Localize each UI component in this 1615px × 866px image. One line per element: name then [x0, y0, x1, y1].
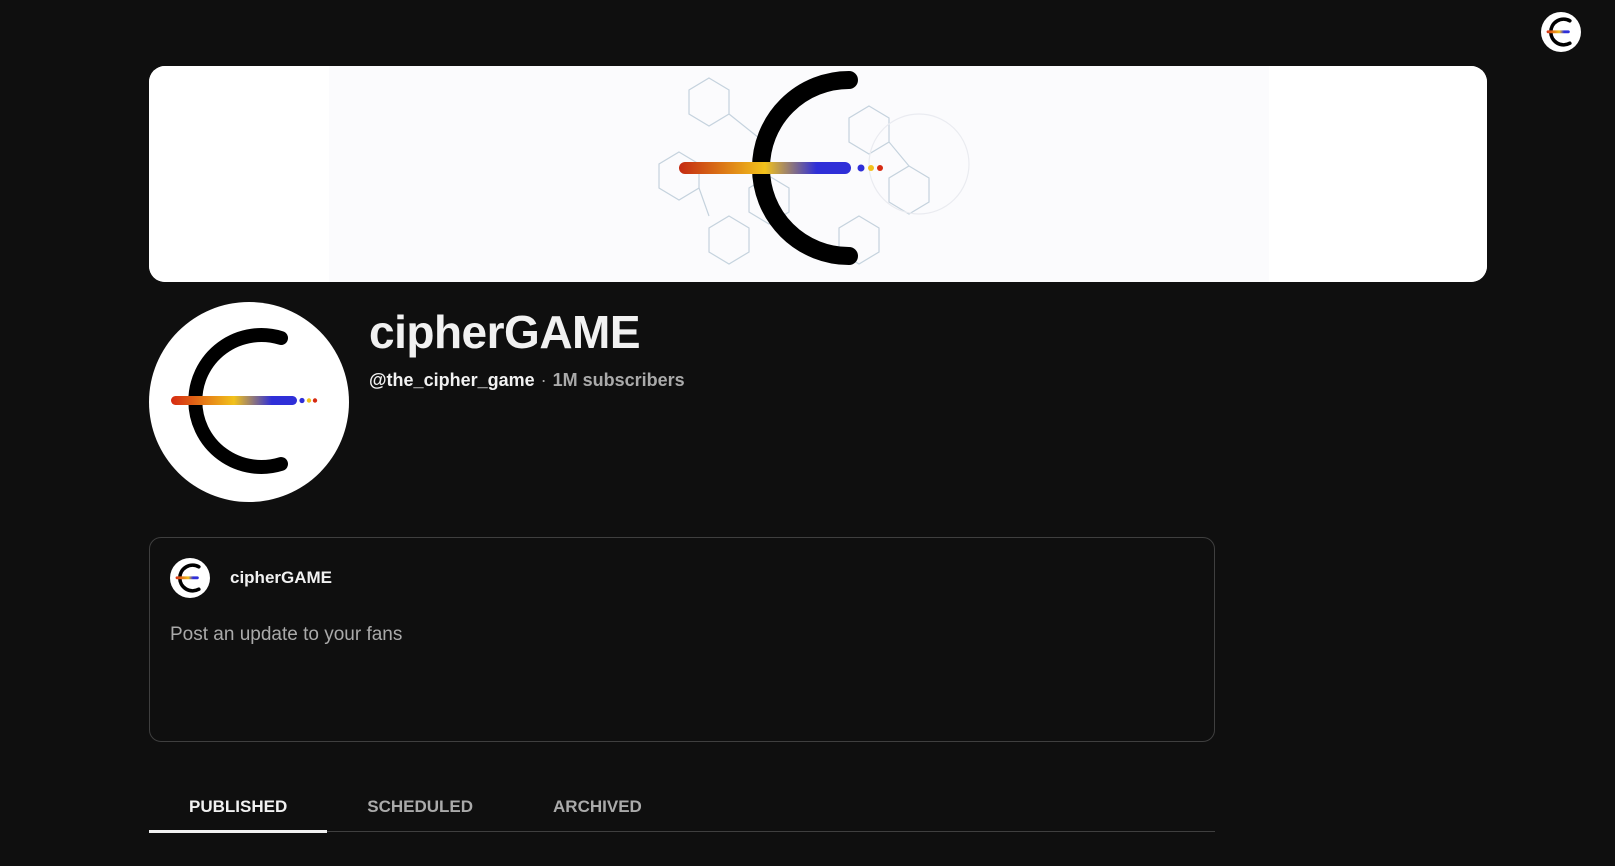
composer-author-name: cipherGAME — [230, 568, 333, 587]
cipher-logo-icon — [149, 66, 1487, 282]
post-status-tabs: PUBLISHED SCHEDULED ARCHIVED — [149, 782, 1215, 833]
composer-avatar — [170, 558, 210, 598]
channel-name: cipherGAME — [369, 306, 641, 358]
post-input[interactable]: Post an update to your fans — [170, 624, 1190, 724]
tab-archived[interactable]: ARCHIVED — [513, 782, 682, 832]
cipher-logo-icon — [1546, 17, 1572, 47]
subscriber-count: 1M subscribers — [552, 370, 685, 390]
post-composer[interactable]: cipherGAME Post an update to your fans — [149, 537, 1215, 742]
channel-handle[interactable]: @the_cipher_game — [369, 370, 535, 391]
cipher-logo-icon — [175, 563, 201, 593]
channel-avatar[interactable] — [149, 302, 349, 502]
channel-banner — [149, 66, 1487, 282]
tab-published[interactable]: PUBLISHED — [149, 782, 328, 833]
account-avatar[interactable] — [1541, 12, 1581, 52]
tab-scheduled[interactable]: SCHEDULED — [327, 782, 513, 832]
meta-separator: · — [540, 370, 547, 390]
channel-meta: @the_cipher_game · 1M subscribers — [369, 370, 685, 391]
cipher-logo-icon — [171, 328, 318, 474]
